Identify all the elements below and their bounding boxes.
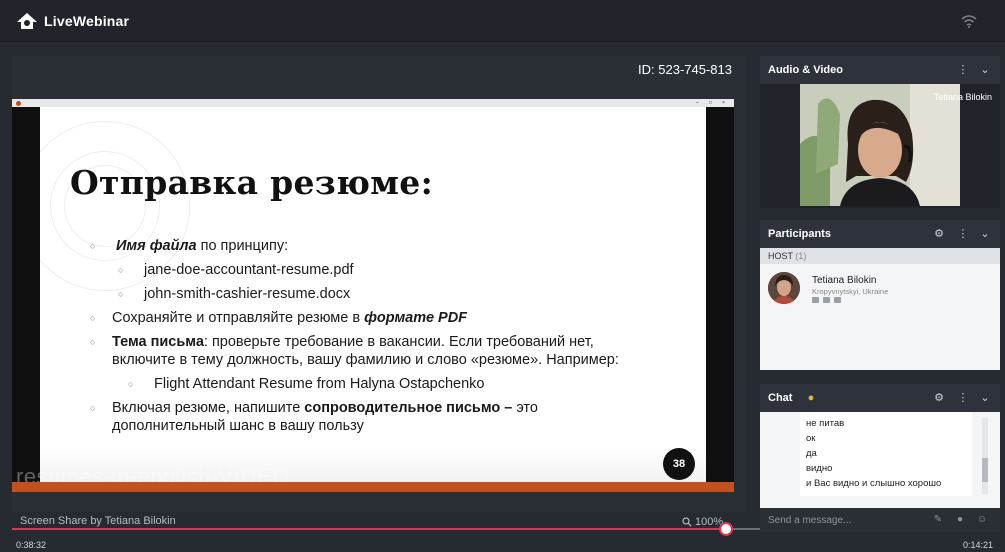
gear-icon[interactable]: ⚙ xyxy=(932,391,946,405)
participants-title: Participants xyxy=(768,228,831,240)
more-vertical-icon[interactable]: ⋮ xyxy=(956,227,970,241)
chat-message: видно xyxy=(806,463,833,474)
chat-scrollbar-thumb[interactable] xyxy=(982,458,988,482)
bullet-icon: ○ xyxy=(118,289,124,299)
minimize-icon: – xyxy=(696,100,699,106)
app-name: LiveWebinar xyxy=(44,13,130,29)
playback-scrubber[interactable] xyxy=(719,522,733,536)
chat-input-bar: ✎ ● ☺ xyxy=(760,508,1000,532)
chat-panel: не питав ок да видно и Вас видно и слышн… xyxy=(760,412,1000,508)
close-icon: × xyxy=(722,100,725,106)
chat-message: и Вас видно и слышно хорошо xyxy=(806,478,942,489)
bullet-pdf-format: ○ Сохраняйте и отправляйте резюме в форм… xyxy=(90,309,468,327)
audio-video-title: Audio & Video xyxy=(768,64,843,76)
connection-signal-icon[interactable] xyxy=(961,14,977,28)
bullet-email-subject-line2: включите в тему должность, вашу фамилию … xyxy=(112,352,619,368)
chat-user-avatar-icon: ● xyxy=(807,392,815,404)
presentation-slide: Отправка резюме: ○ Имя файла по принципу… xyxy=(40,107,706,482)
logo: LiveWebinar xyxy=(16,12,129,30)
zoom-control[interactable]: 100% xyxy=(682,516,723,528)
meeting-id: ID: 523-745-813 xyxy=(638,62,732,77)
main-stage: ID: 523-745-813 – □ × Отправка резюме: ○… xyxy=(12,56,746,528)
chevron-down-icon[interactable]: ⌄ xyxy=(978,63,992,77)
presentation-status-bar xyxy=(12,482,734,492)
livewebinar-window: LiveWebinar ID: 523-745-813 – □ × Отправ… xyxy=(0,0,1005,552)
browser-icon xyxy=(834,297,841,303)
zoom-icon xyxy=(682,517,692,527)
avatar[interactable] xyxy=(768,272,800,304)
host-group-header: HOST (1) xyxy=(760,248,1000,264)
speaker-name-label: Tetiana Bilokin xyxy=(933,92,992,102)
bullet-cover-letter-line2: дополнительный шанс в вашу пользу xyxy=(112,418,364,434)
bullet-text: jane-doe-accountant-resume.pdf xyxy=(144,262,354,278)
more-vertical-icon[interactable]: ⋮ xyxy=(956,391,970,405)
bullet-bold-text: сопроводительное письмо – xyxy=(304,400,513,416)
participant-name: Tetiana Bilokin xyxy=(812,275,877,286)
attachment-icon[interactable]: ✎ xyxy=(932,514,944,526)
bullet-email-subject: ○ Тема письма: проверьте требование в ва… xyxy=(90,333,594,351)
top-bar: LiveWebinar xyxy=(0,0,1005,42)
participants-list: HOST (1) Tetiana Bilokin Kropyvnytskyi, … xyxy=(760,248,1000,370)
powerpoint-icon xyxy=(16,101,21,106)
bullet-text: Flight Attendant Resume from Halyna Osta… xyxy=(154,376,485,392)
chat-scrollbar[interactable] xyxy=(982,418,988,494)
sub-bullet-pdf: ○ jane-doe-accountant-resume.pdf xyxy=(118,261,354,279)
bullet-cover-letter: ○ Включая резюме, напишите сопроводитель… xyxy=(90,399,538,417)
sub-bullet-docx: ○ john-smith-cashier-resume.docx xyxy=(118,285,351,303)
bullet-bold-text: формате PDF xyxy=(364,310,468,326)
speaker-portrait xyxy=(800,84,960,206)
sub-bullet-example: ○ Flight Attendant Resume from Halyna Os… xyxy=(128,375,485,393)
bullet-icon: ○ xyxy=(128,379,134,389)
bullet-text: по принципу: xyxy=(196,238,289,254)
livewebinar-logo-icon xyxy=(17,13,37,29)
chat-message-list[interactable]: не питав ок да видно и Вас видно и слышн… xyxy=(800,412,972,496)
participants-header: Participants ⚙ ⋮ ⌄ xyxy=(760,220,1000,248)
microphone-icon[interactable]: ● xyxy=(954,514,966,526)
bullet-text: это xyxy=(512,400,538,416)
share-caption: Screen Share by Tetiana Bilokin xyxy=(20,515,176,527)
emoji-icon[interactable]: ☺ xyxy=(976,514,988,526)
participant-device-icons xyxy=(812,297,841,303)
chat-message: ок xyxy=(806,433,816,444)
gear-icon[interactable]: ⚙ xyxy=(932,227,946,241)
slide-title: Отправка резюме: xyxy=(70,163,434,202)
bullet-icon: ○ xyxy=(118,265,124,275)
bullet-text: Включая резюме, напишите xyxy=(112,400,305,416)
bullet-icon: ○ xyxy=(90,403,96,413)
avatar-image xyxy=(768,272,800,304)
windows-icon xyxy=(823,297,830,303)
remaining-time: 0:14:21 xyxy=(962,540,993,550)
host-label: HOST xyxy=(768,251,793,261)
audio-video-header: Audio & Video ⋮ ⌄ xyxy=(760,56,1000,84)
chat-message-input[interactable] xyxy=(768,512,928,528)
elapsed-time: 0:38:32 xyxy=(16,540,47,550)
laptop-icon xyxy=(812,297,819,303)
presentation-titlebar: – □ × xyxy=(12,99,734,107)
chat-message: да xyxy=(806,448,817,459)
more-vertical-icon[interactable]: ⋮ xyxy=(956,63,970,77)
chat-message: не питав xyxy=(806,418,845,429)
bullet-text: : проверьте требование в вакансии. Если … xyxy=(203,334,594,350)
bullet-icon: ○ xyxy=(90,337,96,347)
bullet-icon: ○ xyxy=(90,241,96,251)
playback-progress xyxy=(12,528,726,530)
bullet-bold-text: Тема письма xyxy=(112,334,204,350)
slide-page-number: 38 xyxy=(663,448,695,480)
chat-title: Chat xyxy=(768,392,793,404)
bullet-text: Сохраняйте и отправляйте резюме в xyxy=(112,310,365,326)
bullet-icon: ○ xyxy=(90,313,96,323)
chevron-down-icon[interactable]: ⌄ xyxy=(978,391,992,405)
chat-header: Chat ● ⚙ ⋮ ⌄ xyxy=(760,384,1000,412)
bullet-file-name: ○ Имя файла по принципу: xyxy=(90,237,289,255)
host-count: (1) xyxy=(795,251,807,261)
participant-location: Kropyvnytskyi, Ukraine xyxy=(812,287,889,296)
chevron-down-icon[interactable]: ⌄ xyxy=(978,227,992,241)
maximize-icon: □ xyxy=(709,100,713,106)
screen-share-view[interactable]: – □ × Отправка резюме: ○ Имя файла по пр… xyxy=(12,99,734,492)
speaker-video[interactable]: Tetiana Bilokin xyxy=(760,84,1000,208)
bullet-text: john-smith-cashier-resume.docx xyxy=(144,286,351,302)
bullet-bold-text: Имя файла xyxy=(116,238,197,254)
speaker-video-frame xyxy=(800,84,960,206)
